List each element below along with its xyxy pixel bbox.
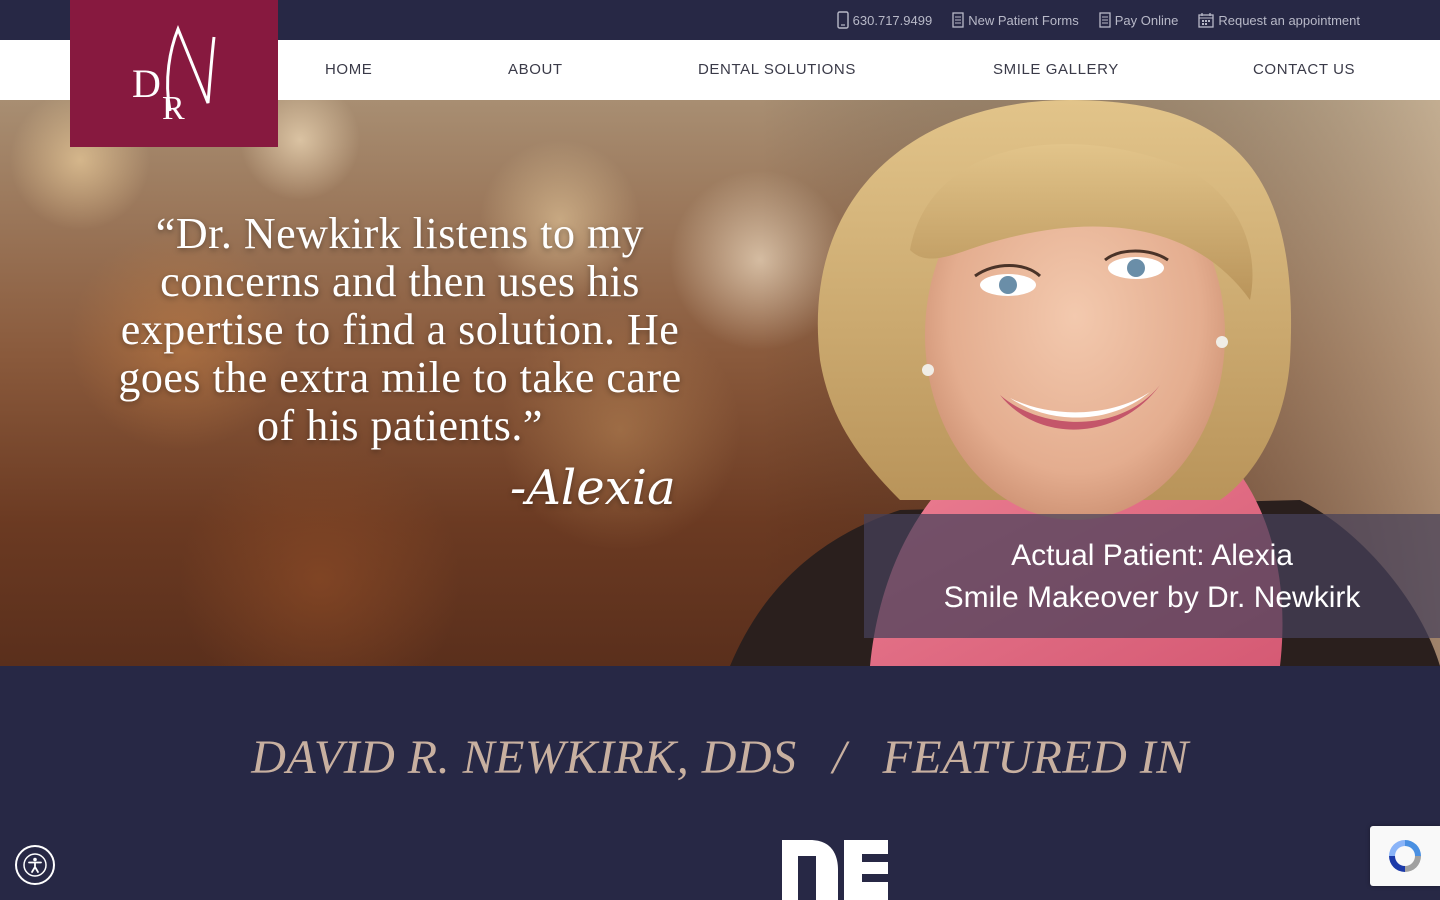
featured-in-section: DAVID R. NEWKIRK, DDS / FEATURED IN — [0, 666, 1440, 900]
doctor-name: DAVID R. NEWKIRK, DDS — [251, 731, 797, 784]
heading-separator: / — [832, 731, 847, 784]
accessibility-icon — [23, 853, 47, 877]
nav-about[interactable]: ABOUT — [508, 40, 563, 100]
nav-contact-us[interactable]: CONTACT US — [1253, 40, 1355, 100]
request-appointment-label: Request an appointment — [1218, 12, 1360, 28]
accessibility-button[interactable] — [15, 845, 55, 885]
testimonial-signature: -Alexia — [510, 460, 676, 516]
new-patient-forms-label: New Patient Forms — [968, 12, 1079, 28]
nav-dental-solutions[interactable]: DENTAL SOLUTIONS — [698, 40, 856, 100]
svg-text:R: R — [162, 90, 185, 127]
phone-number: 630.717.9499 — [852, 12, 933, 28]
nav-home[interactable]: HOME — [325, 40, 372, 100]
featured-in-label: FEATURED IN — [882, 731, 1189, 784]
document-icon — [1099, 12, 1111, 28]
hero-banner: “Dr. Newkirk listens to my concerns and … — [0, 100, 1440, 666]
pay-online-link[interactable]: Pay Online — [1099, 12, 1179, 28]
new-patient-forms-link[interactable]: New Patient Forms — [952, 12, 1079, 28]
dnr-monogram: D R — [132, 24, 216, 127]
site-logo[interactable]: D R — [70, 0, 278, 147]
recaptcha-icon — [1389, 840, 1421, 872]
calendar-icon — [1198, 13, 1214, 28]
patient-caption: Actual Patient: Alexia Smile Makeover by… — [864, 514, 1440, 638]
phone-link[interactable]: 630.717.9499 — [836, 11, 933, 29]
utility-links: 630.717.9499 New Patient Forms Pay Onlin… — [836, 0, 1360, 40]
caption-line-2: Smile Makeover by Dr. Newkirk — [943, 581, 1361, 614]
testimonial-quote: “Dr. Newkirk listens to my concerns and … — [118, 209, 682, 450]
recaptcha-badge[interactable] — [1370, 826, 1440, 886]
svg-text:D: D — [132, 61, 161, 106]
document-icon — [952, 12, 964, 28]
request-appointment-link[interactable]: Request an appointment — [1198, 12, 1360, 28]
featured-heading: DAVID R. NEWKIRK, DDS / FEATURED IN — [0, 730, 1440, 785]
dental-economics-logo[interactable] — [782, 840, 888, 900]
phone-icon — [836, 11, 849, 29]
nav-smile-gallery[interactable]: SMILE GALLERY — [993, 40, 1119, 100]
pay-online-label: Pay Online — [1114, 12, 1179, 28]
caption-line-1: Actual Patient: Alexia — [1011, 539, 1293, 572]
